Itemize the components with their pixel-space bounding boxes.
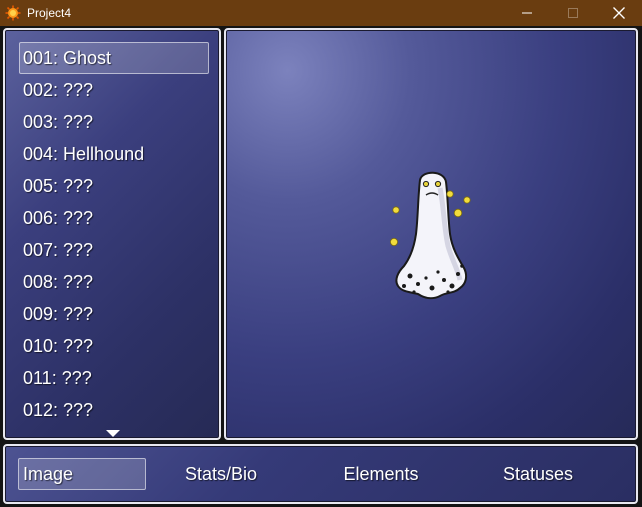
bestiary-entry-007[interactable]: 007: ??? [19, 234, 209, 266]
bestiary-entry-001[interactable]: 001: Ghost [19, 42, 209, 74]
bestiary-entry-006[interactable]: 006: ??? [19, 202, 209, 234]
tab-image[interactable]: Image [18, 458, 146, 490]
ghost-enemy-sprite [390, 171, 471, 300]
scroll-down-arrow-icon[interactable] [106, 430, 120, 437]
maximize-icon [568, 8, 578, 18]
close-button[interactable] [596, 0, 642, 26]
title-bar: Project4 [0, 0, 642, 26]
maximize-button[interactable] [550, 0, 596, 26]
minimize-button[interactable] [504, 0, 550, 26]
bestiary-entry-003[interactable]: 003: ??? [19, 106, 209, 138]
tab-elements[interactable]: Elements [317, 458, 445, 490]
minimize-icon [522, 12, 532, 14]
bestiary-entry-002[interactable]: 002: ??? [19, 74, 209, 106]
bestiary-entry-005[interactable]: 005: ??? [19, 170, 209, 202]
bestiary-list-window: 001: Ghost 002: ??? 003: ??? 004: Hellho… [3, 28, 221, 440]
window-title: Project4 [27, 6, 72, 20]
close-icon [613, 7, 625, 19]
tab-stats-bio[interactable]: Stats/Bio [157, 458, 285, 490]
enemy-image-window [224, 28, 638, 440]
bestiary-entry-008[interactable]: 008: ??? [19, 266, 209, 298]
game-screen: 001: Ghost 002: ??? 003: ??? 004: Hellho… [0, 26, 642, 507]
bestiary-entry-012[interactable]: 012: ??? [19, 394, 209, 426]
bestiary-entry-010[interactable]: 010: ??? [19, 330, 209, 362]
rpgmaker-app-icon [5, 5, 21, 21]
category-tabs-window: Image Stats/Bio Elements Statuses [3, 444, 638, 504]
tab-statuses[interactable]: Statuses [474, 458, 602, 490]
bestiary-entry-004[interactable]: 004: Hellhound [19, 138, 209, 170]
bestiary-entry-009[interactable]: 009: ??? [19, 298, 209, 330]
bestiary-entry-011[interactable]: 011: ??? [19, 362, 209, 394]
